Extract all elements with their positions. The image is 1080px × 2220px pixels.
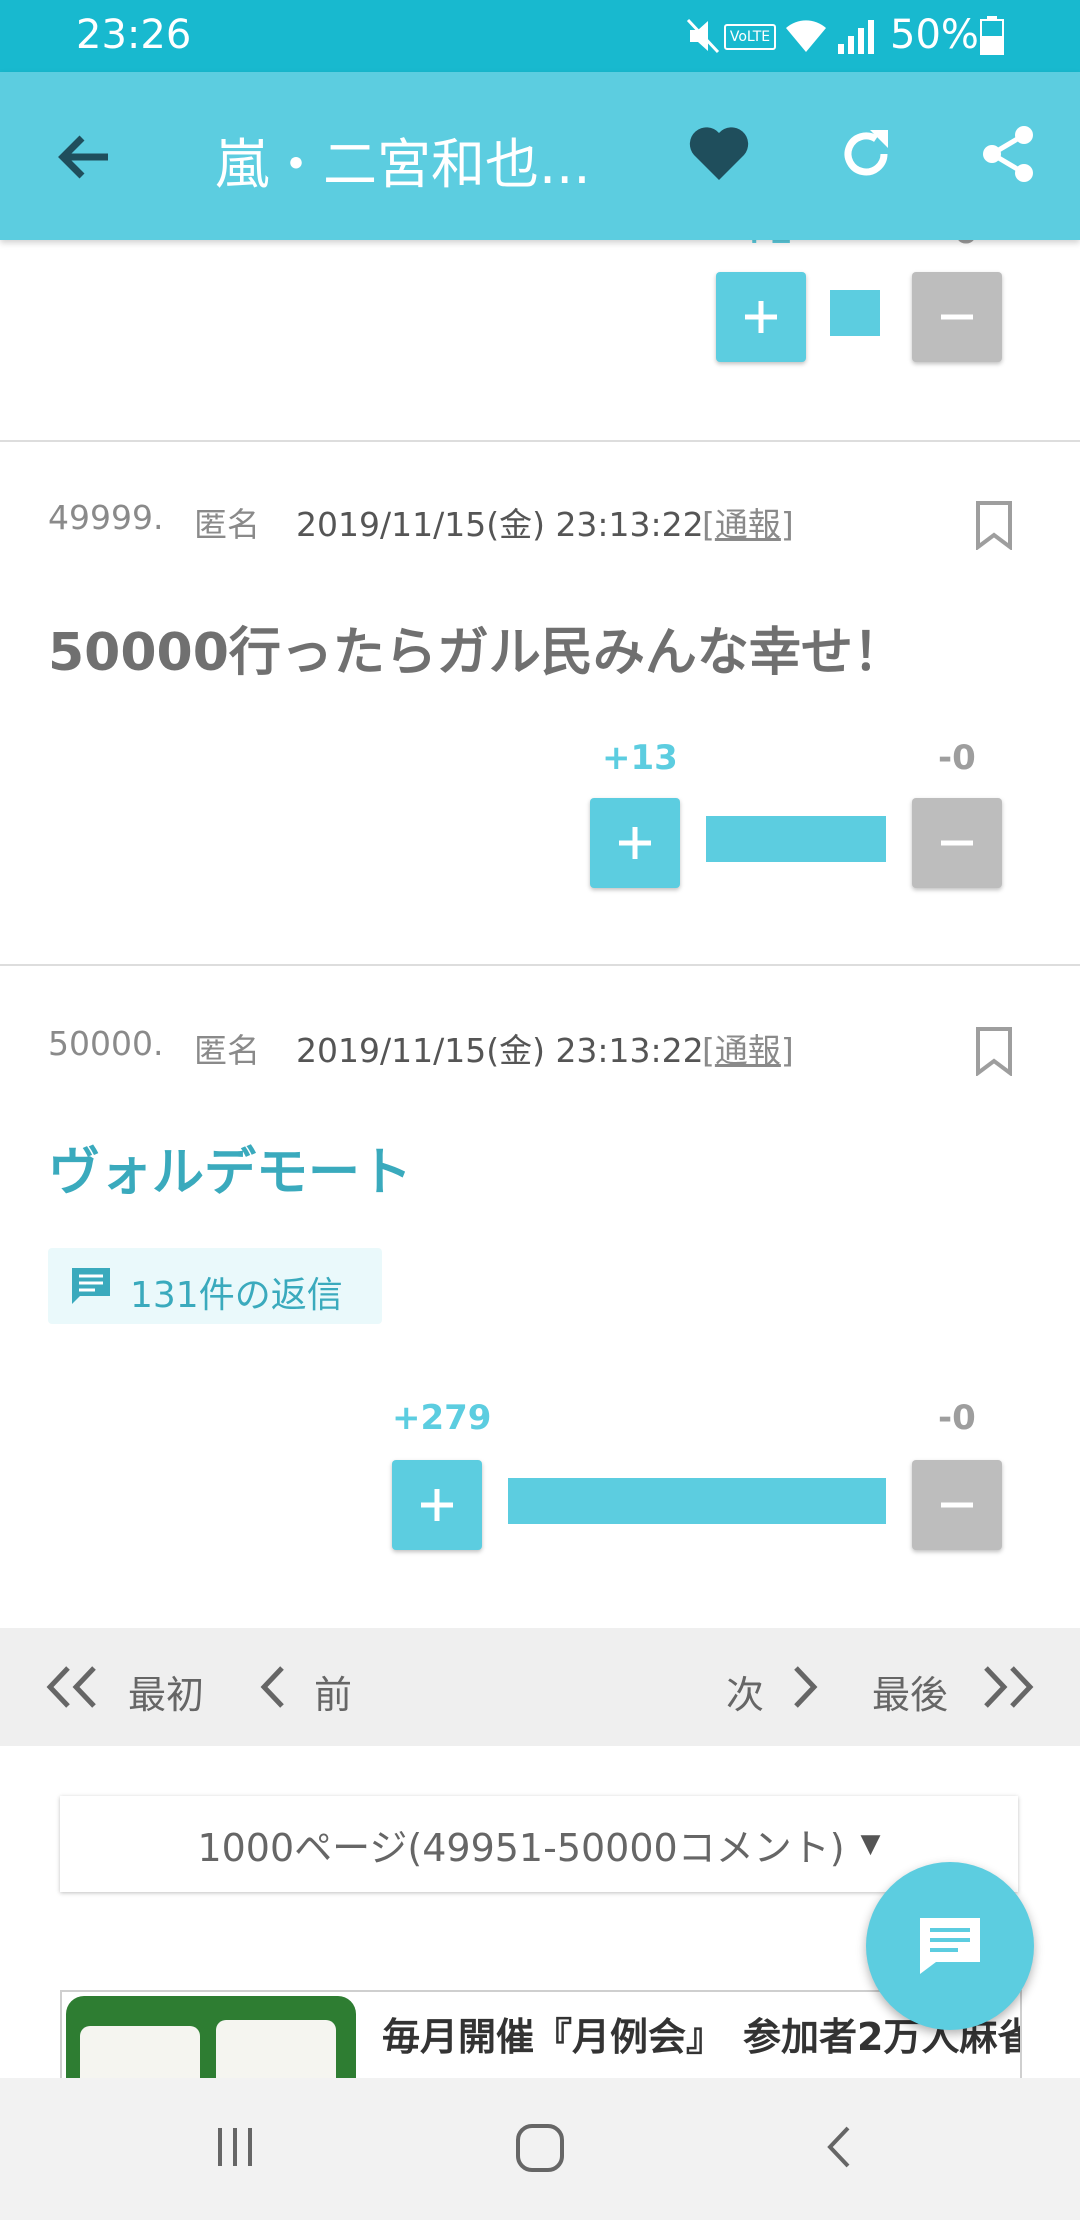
report-label: 通報 <box>714 1031 781 1070</box>
comment-number: 50000. <box>48 1024 164 1063</box>
favorite-button[interactable] <box>688 124 754 190</box>
mahjong-tile-icon <box>216 2020 336 2082</box>
last-page-button[interactable]: 最後 <box>872 1664 1042 1717</box>
comment-date: 2019/11/15(金) 23:13:22 <box>296 505 704 544</box>
bookmark-button[interactable] <box>974 1026 1014 1080</box>
plus-icon <box>619 827 651 859</box>
recent-apps-button[interactable] <box>210 2122 260 2176</box>
comment-author: 匿名 <box>194 505 260 544</box>
recent-apps-icon <box>218 2128 252 2166</box>
plus-icon <box>421 1489 453 1521</box>
plus-vote-button[interactable] <box>716 272 806 362</box>
signal-icon <box>836 16 876 60</box>
comment-card: 49999. 匿名 2019/11/15(金) 23:13:22 [通報] 50… <box>0 442 1080 962</box>
comment-icon <box>72 1268 110 1304</box>
dropdown-arrow-icon: ▼ <box>860 1829 881 1859</box>
minus-vote-button[interactable] <box>912 272 1002 362</box>
prev-page-label: 前 <box>314 1673 353 1717</box>
volte-icon: VoLTE <box>724 24 776 50</box>
page-select-value: 1000ページ(49951-50000コメント) <box>197 1825 845 1870</box>
plus-vote-count: +13 <box>602 738 678 778</box>
chevron-left-icon <box>260 1666 284 1708</box>
battery-percent: 50% <box>890 12 979 58</box>
mute-icon <box>686 16 720 60</box>
pagination-bar: 最初 前 次 最後 <box>0 1628 1080 1746</box>
replies-button[interactable]: 131件の返信 <box>48 1248 382 1324</box>
arrow-left-icon <box>58 135 108 179</box>
chevron-right-icon <box>794 1666 818 1708</box>
report-label: 通報 <box>714 505 781 544</box>
minus-icon <box>941 314 973 320</box>
comment-date: 2019/11/15(金) 23:13:22 <box>296 1031 704 1070</box>
share-button[interactable] <box>980 124 1046 190</box>
app-bar: 嵐・二宮和也... <box>0 72 1080 240</box>
prev-page-button[interactable]: 前 <box>258 1664 368 1717</box>
plus-vote-button[interactable] <box>392 1460 482 1550</box>
back-button[interactable] <box>50 122 120 192</box>
back-nav-button[interactable] <box>820 2122 860 2176</box>
minus-icon <box>941 1502 973 1508</box>
vote-ratio-bar <box>706 816 886 862</box>
heart-icon <box>689 127 749 180</box>
mahjong-tile-icon <box>80 2026 200 2082</box>
home-icon <box>516 2124 564 2172</box>
wifi-icon <box>784 16 828 60</box>
home-button[interactable] <box>514 2122 566 2178</box>
vote-ratio-bar <box>508 1478 886 1524</box>
vote-ratio-bar <box>830 290 880 336</box>
status-bar: 23:26 VoLTE 50% <box>0 0 1080 72</box>
report-link[interactable]: [通報] <box>702 498 794 546</box>
page-select[interactable]: 1000ページ(49951-50000コメント) ▼ <box>60 1796 1018 1892</box>
battery-icon <box>980 16 1004 60</box>
minus-vote-button[interactable] <box>912 798 1002 888</box>
first-page-label: 最初 <box>128 1673 205 1717</box>
ad-thumbnail <box>66 1996 356 2082</box>
report-link[interactable]: [通報] <box>702 1024 794 1072</box>
chat-icon <box>920 1918 980 1974</box>
bookmark-button[interactable] <box>974 500 1014 554</box>
plus-vote-count: +279 <box>392 1398 492 1438</box>
comment-body: 50000行ったらガル民みんな幸せ！ <box>48 623 905 683</box>
page-title: 嵐・二宮和也... <box>215 133 591 196</box>
comment-card: 50000. 匿名 2019/11/15(金) 23:13:22 [通報] ヴォ… <box>0 966 1080 1628</box>
plus-vote-button[interactable] <box>590 798 680 888</box>
next-page-button[interactable]: 次 <box>726 1664 836 1717</box>
post-comment-button[interactable] <box>866 1862 1034 2030</box>
bookmark-icon <box>976 1027 1012 1077</box>
next-page-label: 次 <box>726 1673 765 1717</box>
chevron-left-icon <box>827 2126 850 2168</box>
minus-vote-count: -0 <box>938 738 976 778</box>
comment-number: 49999. <box>48 498 164 537</box>
first-page-button[interactable]: 最初 <box>44 1664 214 1717</box>
share-icon <box>983 126 1033 182</box>
comment-author: 匿名 <box>194 1031 260 1070</box>
plus-icon <box>745 301 777 333</box>
ad-banner[interactable]: 毎月開催『月例会』 参加者2万人麻雀大 <box>60 1990 1022 2084</box>
refresh-icon <box>844 130 888 176</box>
double-chevron-left-icon <box>46 1666 96 1708</box>
bookmark-icon <box>976 501 1012 551</box>
last-page-label: 最後 <box>872 1673 949 1717</box>
replies-label: 131件の返信 <box>130 1275 343 1316</box>
comment-body: ヴォルデモート <box>48 1143 413 1203</box>
double-chevron-right-icon <box>984 1666 1034 1708</box>
system-nav-bar <box>0 2078 1080 2220</box>
minus-vote-button[interactable] <box>912 1460 1002 1550</box>
status-time: 23:26 <box>76 12 192 58</box>
refresh-button[interactable] <box>836 124 902 190</box>
minus-icon <box>941 840 973 846</box>
minus-vote-count: -0 <box>938 1398 976 1438</box>
